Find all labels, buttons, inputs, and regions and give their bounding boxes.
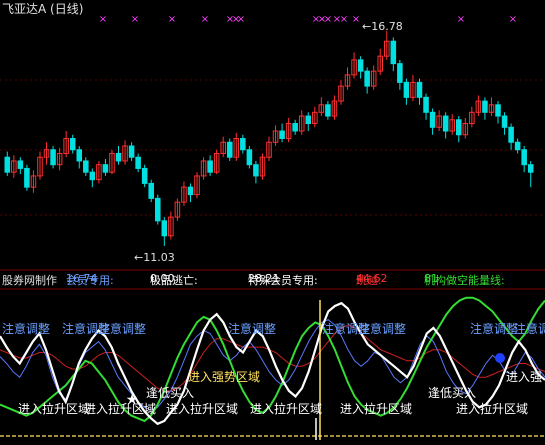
candle-body xyxy=(161,220,168,237)
candle-body xyxy=(495,104,501,117)
warn-label: 注意调整 xyxy=(470,322,519,336)
warn-label: 注意调整 xyxy=(514,322,545,336)
candle-body xyxy=(364,70,370,87)
candle-body xyxy=(141,167,148,184)
enter-pull-label: 进入拉升区域 xyxy=(166,402,239,416)
candle-body xyxy=(89,171,96,181)
candle-body xyxy=(148,182,154,199)
enter-pull-label: 进入拉升区域 xyxy=(250,402,323,416)
enter-strong-label: 进入强势区域 xyxy=(188,370,261,384)
signal-marker: × xyxy=(201,14,209,25)
candle-body xyxy=(292,123,298,132)
candle-body xyxy=(115,152,122,162)
stock-title: 飞亚达A (日线) xyxy=(2,2,84,16)
candle-body xyxy=(305,115,312,125)
candle-body xyxy=(69,138,76,151)
candle-body xyxy=(442,115,449,132)
signal-marker: × xyxy=(99,14,107,25)
candle-body xyxy=(455,119,462,136)
candle-body xyxy=(279,130,285,140)
candle-body xyxy=(253,164,259,177)
candle-body xyxy=(17,160,24,169)
candle-body xyxy=(514,141,521,151)
high-price-label: ←16.78 xyxy=(362,20,403,33)
candle-body xyxy=(24,167,30,188)
candle-body xyxy=(76,149,83,162)
candle-body xyxy=(390,40,397,65)
candle-body xyxy=(423,96,429,113)
candle-body xyxy=(429,111,436,128)
signal-marker: × xyxy=(237,14,245,25)
signal-marker: × xyxy=(340,14,348,25)
candle-body xyxy=(50,149,56,166)
low-buy-label: 逢低买入 xyxy=(146,386,195,400)
warn-label: 注意调整 xyxy=(358,322,407,336)
candle-body xyxy=(325,104,331,117)
candle-body xyxy=(397,63,403,83)
candle-body xyxy=(357,59,364,72)
candle-body xyxy=(508,126,514,143)
low-price-label: ←11.03 xyxy=(134,251,175,264)
signal-marker: × xyxy=(131,14,139,25)
signal-marker: × xyxy=(324,14,332,25)
warn-label: 注意调整 xyxy=(2,322,51,336)
candle-body xyxy=(501,115,508,128)
chart-window: × × × × × × × × × × × × × × × ★ 飞亚达A (日线) ←16.78 ←11.03… xyxy=(0,0,545,445)
candle-body xyxy=(207,160,213,173)
signal-marker: × xyxy=(509,14,517,25)
low-buy-label: 逢低买入 xyxy=(428,386,477,400)
candle-body xyxy=(187,186,194,196)
chart-canvas[interactable]: × × × × ××× ××× ×× × × ×★ xyxy=(0,0,545,445)
candle-body xyxy=(135,156,141,169)
candle-body xyxy=(154,197,161,222)
blue-dot-marker xyxy=(495,353,505,363)
enter-pull-label: 进入拉升区域 xyxy=(456,402,529,416)
candle-body xyxy=(521,149,527,166)
candle-body xyxy=(102,164,109,173)
signal-marker: × xyxy=(352,14,360,25)
candle-body xyxy=(226,141,233,158)
enter-pull-label: 进入拉升区域 xyxy=(18,402,91,416)
enter-pull-label: 进入拉升区域 xyxy=(84,402,157,416)
candle-body xyxy=(527,164,534,173)
enter-strong-label: 进入强 xyxy=(506,370,543,384)
candle-body xyxy=(482,100,488,113)
enter-pull-label: 进入拉升区域 xyxy=(340,402,413,416)
candle-body xyxy=(416,81,423,98)
candle-body xyxy=(4,156,11,173)
candle-body xyxy=(83,160,89,173)
indicator-legend: 股券网制作 会员专用: 16.74 极品逃亡: 0.00 特殊会员专用: 28.21 … xyxy=(2,272,505,287)
signal-marker: × xyxy=(168,14,176,25)
candle-body xyxy=(240,138,246,151)
warn-label: 注意调整 xyxy=(228,322,277,336)
warn-label: 注意调整 xyxy=(98,322,147,336)
candle-body xyxy=(128,145,135,158)
candle-body xyxy=(403,81,410,98)
signal-marker: × xyxy=(457,14,465,25)
made-by-label: 股券网制作 xyxy=(2,274,57,287)
candle-body xyxy=(246,149,253,166)
